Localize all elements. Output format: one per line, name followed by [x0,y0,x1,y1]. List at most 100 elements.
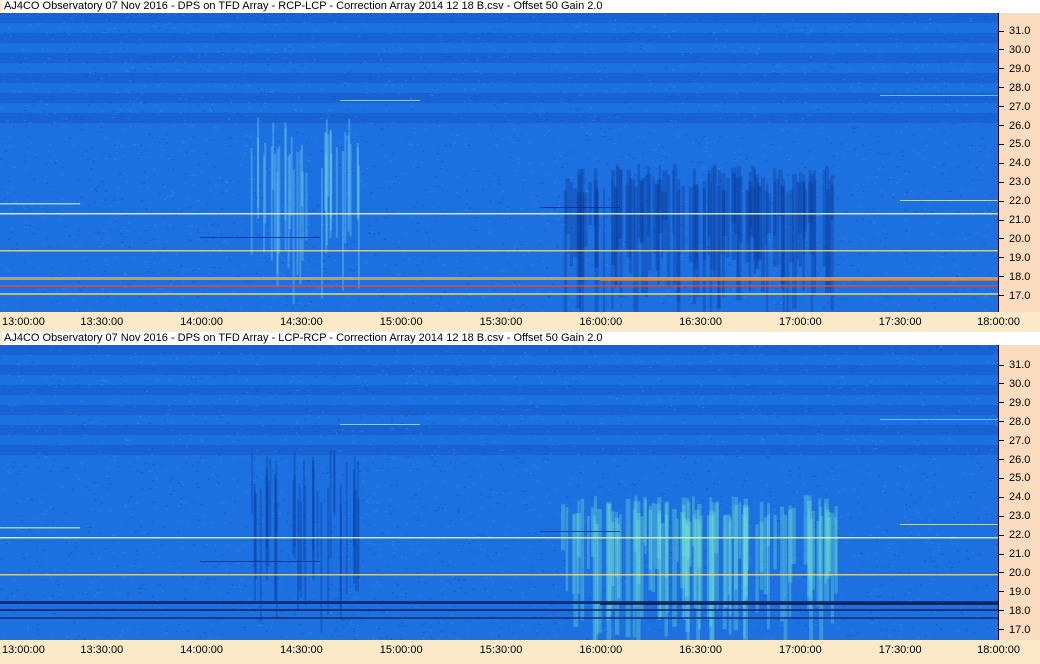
spectrogram-noise [197,228,200,230]
spectrogram-noise [779,303,782,305]
spectrogram-noise [767,457,770,459]
spectrogram-noise [556,246,559,248]
burst-streak [580,168,585,283]
spectrogram-noise [208,162,211,164]
spectrogram-noise [469,100,472,102]
spectrogram-noise [117,187,120,189]
spectrogram-noise [918,153,921,155]
spectrogram-noise [218,177,221,179]
spectrogram-noise [986,584,989,586]
spectrogram-noise [539,515,542,517]
spectrogram-noise [269,92,272,94]
spectrogram-noise [480,73,483,75]
spectrogram-noise [104,157,107,159]
spectrogram-noise [568,74,571,76]
spectrogram-noise [144,242,147,244]
spectrogram-noise [247,84,250,86]
spectrogram-noise [842,263,845,265]
spectrogram-noise [97,231,100,233]
spectrogram-noise [492,519,495,521]
spectrogram-noise [609,391,612,393]
spectrogram-noise [450,622,453,624]
spectrogram-noise [545,111,548,113]
spectrogram-noise [552,40,555,42]
spectrogram-noise [399,533,402,535]
spectrogram-noise [366,168,369,170]
spectrogram-noise [465,138,468,140]
spectrogram-noise [853,18,856,20]
spectrogram-noise [317,346,320,348]
spectrogram-noise [301,133,304,135]
spectrogram-noise [688,302,691,304]
spectrogram-noise [29,346,32,348]
spectrogram-noise [746,384,749,386]
spectrogram-noise [11,57,14,59]
spectrogram-noise [481,32,484,34]
spectrogram-noise [613,28,616,30]
spectrogram-noise [589,116,592,118]
spectrogram-noise [245,135,248,137]
spectrogram-noise [923,185,926,187]
spectrogram-noise [490,489,493,491]
spectrogram-noise [259,263,262,265]
spectrogram-noise [16,248,19,250]
spectrogram-noise [737,419,740,421]
spectrogram-noise [241,71,244,73]
spectrogram-noise [761,438,764,440]
spectrogram-noise [473,98,476,100]
spectrogram-noise [156,379,159,381]
spectrogram-noise [835,171,838,173]
spectrogram-noise [953,367,956,369]
spectrogram-noise [260,254,263,256]
spectrogram-noise [971,552,974,554]
spectrogram-noise [255,272,258,274]
spectrogram-noise [373,598,376,600]
spectrogram-noise [967,115,970,117]
spectrogram-noise [939,349,942,351]
spectrogram-noise [357,389,360,391]
spectrogram-noise [584,179,587,181]
spectrogram-noise [807,150,810,152]
spectrogram-noise [541,553,544,555]
spectrogram-noise [723,24,726,26]
spectrogram-noise [63,18,66,20]
spectrogram-noise [926,479,929,481]
spectrogram-noise [280,273,283,275]
spectrogram-noise [232,457,235,459]
spectrogram-noise [376,469,379,471]
spectrogram-noise [55,387,58,389]
spectrogram-noise [336,373,339,375]
spectrogram-noise [455,273,458,275]
spectrogram-noise [897,108,900,110]
spectrogram-noise [987,202,990,204]
spectrogram-noise [537,95,540,97]
spectrogram-noise [139,237,142,239]
spectrogram-noise [795,115,798,117]
spectrogram-noise [307,280,310,282]
spectrogram-noise [121,244,124,246]
spectrogram-noise [309,58,312,60]
spectrogram-noise [724,112,727,114]
spectrogram-noise [253,178,256,180]
spectrogram-noise [170,478,173,480]
spectrogram-noise [132,508,135,510]
spectrogram-noise [228,151,231,153]
spectrogram-noise [305,241,308,243]
spectrogram-noise [259,104,262,106]
spectrogram-noise [637,405,640,407]
spectrogram-noise [433,87,436,89]
spectrogram-noise [81,155,84,157]
spectrogram-noise [698,71,701,73]
spectrogram-noise [323,261,326,263]
spectrogram-noise [508,424,511,426]
spectrogram-noise [510,394,513,396]
spectrogram-noise [853,388,856,390]
spectrogram-noise [856,184,859,186]
spectrogram-noise [901,420,904,422]
spectrogram-noise [317,205,320,207]
spectrogram-noise [662,302,665,304]
spectrogram-noise [444,145,447,147]
spectrogram-noise [456,411,459,413]
spectrogram-noise [732,429,735,431]
spectrogram-noise [983,146,986,148]
